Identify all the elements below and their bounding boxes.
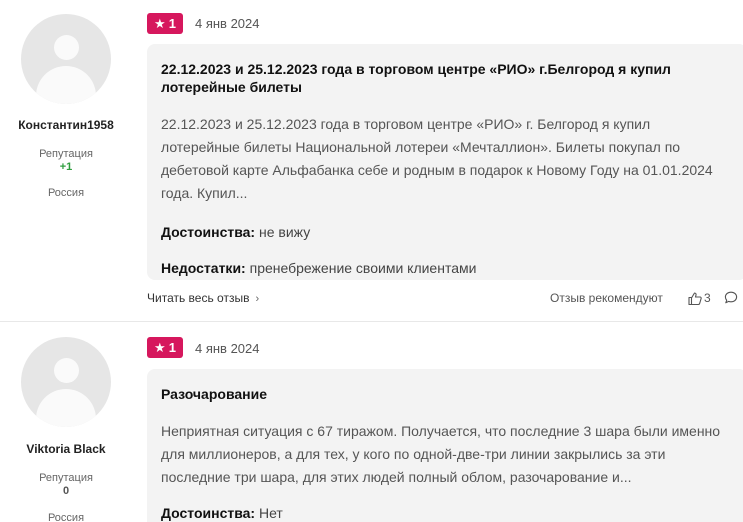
review-body[interactable]: 22.12.2023 и 25.12.2023 года в торговом … [147, 44, 743, 280]
review-excerpt: Неприятная ситуация с 67 тиражом. Получа… [161, 423, 721, 485]
review-card: Константин1958 Репутация +1 Россия ★ 1 4… [0, 0, 743, 322]
review-pros: Достоинства: не вижу [161, 222, 731, 242]
author-country: Россия [47, 512, 85, 522]
read-more-link[interactable]: Читать весь отзыв › [147, 291, 259, 305]
rating-badge: ★ 1 [147, 337, 183, 358]
review-title[interactable]: 22.12.2023 и 25.12.2023 года в торговом … [161, 60, 731, 96]
star-icon: ★ [154, 16, 166, 31]
thumbs-up-icon [688, 291, 702, 305]
pros-label: Достоинства: [161, 224, 256, 240]
star-icon: ★ [154, 340, 166, 355]
review-body[interactable]: Разочарование Неприятная ситуация с 67 т… [147, 369, 743, 522]
comment-icon [724, 291, 738, 304]
pros-label: Достоинства: [161, 505, 256, 521]
chevron-right-icon: › [255, 293, 260, 305]
review-footer: Читать весь отзыв › Отзыв рекомендуют 3 [147, 291, 743, 307]
likes-count: 3 [704, 291, 711, 305]
cons-label: Недостатки: [161, 260, 246, 276]
rating-value: 1 [168, 16, 176, 31]
reputation-value: +1 [59, 161, 73, 173]
review-divider [0, 321, 743, 322]
author-country: Россия [47, 187, 85, 199]
comment-button[interactable] [724, 291, 738, 304]
recommended-label: Отзыв рекомендуют [550, 291, 663, 305]
author-name[interactable]: Viktoria Black [0, 442, 132, 456]
reputation-label: Репутация [39, 472, 93, 484]
read-more-label: Читать весь отзыв [147, 291, 250, 305]
review-cons: Недостатки: пренебрежение своими клиента… [161, 258, 731, 278]
cons-value: пренебрежение своими клиентами [249, 260, 477, 276]
like-button[interactable]: 3 [688, 291, 711, 305]
author-name[interactable]: Константин1958 [0, 118, 132, 132]
review-title[interactable]: Разочарование [161, 385, 731, 403]
rating-value: 1 [168, 340, 176, 355]
pros-value: не вижу [259, 224, 311, 240]
user-avatar-icon[interactable] [21, 14, 111, 104]
rating-badge: ★ 1 [147, 13, 183, 34]
reputation-label: Репутация [39, 148, 93, 160]
review-date: 4 янв 2024 [195, 341, 260, 356]
user-avatar-icon[interactable] [21, 337, 111, 427]
pros-value: Нет [259, 505, 283, 521]
review-card: Viktoria Black Репутация 0 Россия ★ 1 4 … [0, 323, 743, 522]
review-date: 4 янв 2024 [195, 16, 260, 31]
review-pros: Достоинства: Нет [161, 503, 731, 522]
reputation-value: 0 [62, 485, 70, 497]
review-excerpt: 22.12.2023 и 25.12.2023 года в торговом … [161, 116, 713, 201]
